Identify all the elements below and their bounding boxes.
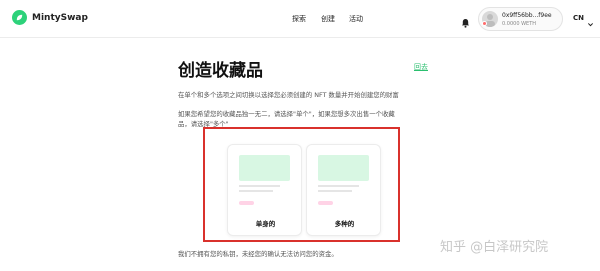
card-placeholder-line — [318, 190, 352, 192]
app-name: MintySwap — [32, 12, 88, 23]
card-placeholder-pill — [239, 201, 254, 205]
description-line-1: 在单个和多个选项之间切换以选择您必须创建的 NFT 数量并开始创建您的财富 — [178, 91, 399, 99]
chevron-down-icon[interactable] — [587, 13, 594, 32]
mint-leaf-icon — [12, 10, 27, 25]
private-key-notice: 我们不拥有您的私钥，未经您的确认无法访问您的资金。 — [178, 250, 338, 258]
status-dot — [482, 21, 487, 26]
app-logo[interactable]: MintySwap — [12, 10, 88, 25]
nav-create[interactable]: 创建 — [321, 14, 335, 24]
description-line-2: 如果您希望您的收藏品独一无二，请选择"单个"，如果您想多次出售一个收藏 — [178, 110, 395, 118]
wallet-address: 0x9ff56bb...f9ee — [502, 12, 552, 19]
card-thumbnail — [318, 155, 369, 181]
single-option-label: 单身的 — [255, 220, 276, 228]
multiple-option-card[interactable]: 多种的 — [306, 144, 381, 236]
page-title: 创造收藏品 — [178, 61, 263, 81]
card-placeholder-pill — [318, 201, 333, 205]
watermark: 知乎 @白泽研究院 — [440, 240, 549, 255]
back-link[interactable]: 回去 — [414, 62, 428, 72]
card-placeholder-line — [318, 185, 359, 187]
nav-explore[interactable]: 探索 — [292, 14, 306, 24]
language-selector[interactable]: CN — [573, 14, 584, 22]
bell-icon[interactable] — [461, 13, 470, 32]
wallet-balance: 0.0000 WETH — [502, 21, 537, 27]
card-thumbnail — [239, 155, 290, 181]
card-placeholder-line — [239, 190, 273, 192]
single-option-card[interactable]: 单身的 — [227, 144, 302, 236]
nav-activity[interactable]: 活动 — [349, 14, 363, 24]
account-chip[interactable]: 0x9ff56bb...f9ee 0.0000 WETH — [478, 7, 563, 31]
top-header: MintySwap 探索 创建 活动 0x9ff56bb...f9ee 0.00… — [0, 0, 600, 38]
card-placeholder-line — [239, 185, 280, 187]
multiple-option-label: 多种的 — [334, 220, 355, 228]
